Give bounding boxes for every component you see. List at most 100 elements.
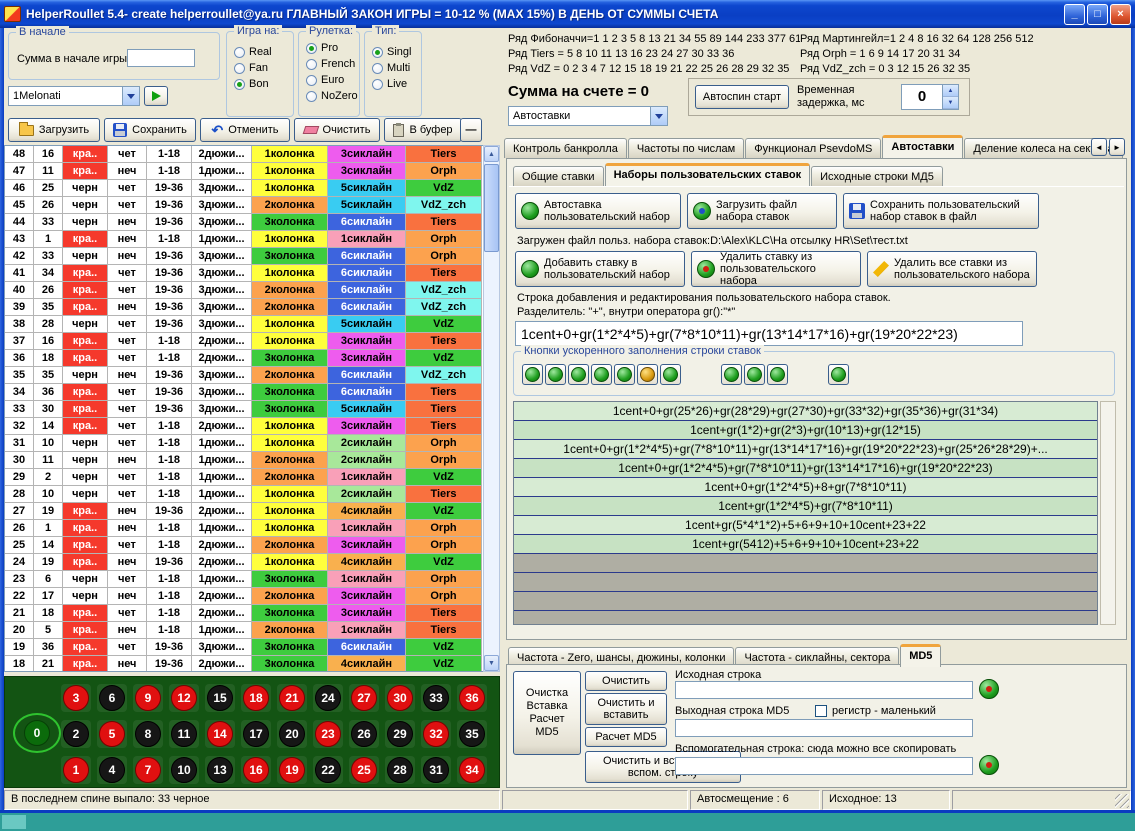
board-number-29[interactable]: 29 (385, 720, 415, 748)
board-number-7[interactable]: 7 (133, 756, 163, 784)
table-row[interactable]: 4711кра..неч1-181дюжи...1колонка3сиклайн… (5, 163, 483, 180)
board-number-31[interactable]: 31 (421, 756, 451, 784)
board-number-14[interactable]: 14 (205, 720, 235, 748)
desktop-button[interactable] (2, 815, 26, 829)
board-number-27[interactable]: 27 (349, 684, 379, 712)
table-row[interactable]: 3935кра..неч19-363дюжи...2колонка6сиклай… (5, 299, 483, 316)
radio-singl[interactable]: Singl (372, 44, 421, 60)
board-number-6[interactable]: 6 (97, 684, 127, 712)
table-row[interactable]: 2217черннеч1-182дюжи...2колонка3сиклайнO… (5, 588, 483, 605)
preset-combobox[interactable]: 1Melonati (8, 86, 140, 106)
board-number-17[interactable]: 17 (241, 720, 271, 748)
table-row[interactable]: 431кра..неч1-181дюжи...1колонка1сиклайнO… (5, 231, 483, 248)
table-row[interactable]: 4233черннеч19-363дюжи...3колонка6сиклайн… (5, 248, 483, 265)
md5-aux-chip-button[interactable] (979, 755, 999, 775)
collapse-button[interactable]: — (460, 118, 482, 142)
board-number-9[interactable]: 9 (133, 684, 163, 712)
table-row[interactable]: 3110чернчет1-181дюжи...1колонка2сиклайнO… (5, 435, 483, 452)
board-number-16[interactable]: 16 (241, 756, 271, 784)
добавить-ставку-в-пользовательский-набор-button[interactable]: Добавить ставку в пользовательский набор (515, 251, 685, 287)
table-row[interactable]: 236чернчет1-181дюжи...3колонка1сиклайнOr… (5, 571, 483, 588)
table-row[interactable]: 4134кра..чет19-363дюжи...1колонка6сиклай… (5, 265, 483, 282)
table-row[interactable]: 3716кра..чет1-182дюжи...1колонка3сиклайн… (5, 333, 483, 350)
maximize-button[interactable]: □ (1087, 4, 1108, 25)
md5-clear-button[interactable]: Очистить (585, 671, 667, 691)
md5-output-input[interactable] (675, 719, 973, 737)
table-row[interactable]: 3214кра..чет1-182дюжи...1колонка3сиклайн… (5, 418, 483, 435)
autospin-start-button[interactable]: Автоспин старт (695, 85, 789, 109)
table-row[interactable]: 3618кра..чет1-182дюжи...3колонка3сиклайн… (5, 350, 483, 367)
quick-bet-button[interactable] (721, 364, 742, 385)
md5-source-input[interactable] (675, 681, 973, 699)
radio-real[interactable]: Real (234, 44, 293, 60)
удалить-все-ставки-из-пользовательского-набора-button[interactable]: Удалить все ставки из пользовательского … (867, 251, 1037, 287)
tab-md5[interactable]: MD5 (900, 644, 941, 667)
сохранить-пользовательский-набор-ставок-в-файл-button[interactable]: Сохранить пользовательский набор ставок … (843, 193, 1039, 229)
board-number-32[interactable]: 32 (421, 720, 451, 748)
table-row[interactable]: 4625чернчет19-363дюжи...1колонка5сиклайн… (5, 180, 483, 197)
quick-bet-button[interactable] (568, 364, 589, 385)
board-number-10[interactable]: 10 (169, 756, 199, 784)
board-number-28[interactable]: 28 (385, 756, 415, 784)
subtab-общие-ставки[interactable]: Общие ставки (513, 166, 604, 186)
board-number-20[interactable]: 20 (277, 720, 307, 748)
tab-scroll-left-button[interactable]: ◄ (1091, 138, 1107, 156)
tab-контроль-банкролла[interactable]: Контроль банкролла (504, 138, 627, 158)
scroll-up-icon[interactable]: ▲ (484, 146, 499, 162)
table-row[interactable]: 2719кра..неч19-362дюжи...1колонка4сиклай… (5, 503, 483, 520)
загрузить-файл-набора-ставок-button[interactable]: Загрузить файл набора ставок (687, 193, 837, 229)
bet-list-item[interactable]: 1cent+0+gr(1*2*4*5)+gr(7*8*10*11)+gr(13*… (514, 440, 1097, 459)
board-number-33[interactable]: 33 (421, 684, 451, 712)
start-sum-input[interactable] (127, 49, 195, 67)
save-button[interactable]: Сохранить (104, 118, 196, 142)
table-row[interactable]: 3535черннеч19-363дюжи...2колонка6сиклайн… (5, 367, 483, 384)
board-number-25[interactable]: 25 (349, 756, 379, 784)
quick-bet-button[interactable] (522, 364, 543, 385)
radio-euro[interactable]: Euro (306, 72, 359, 88)
chevron-down-icon[interactable] (650, 107, 667, 125)
start-preset-button[interactable] (144, 86, 168, 106)
spin-down-icon[interactable]: ▼ (943, 97, 958, 109)
quick-bet-button[interactable] (744, 364, 765, 385)
bet-list-item[interactable]: 1cent+gr(1*2)+gr(2*3)+gr(10*13)+gr(12*15… (514, 421, 1097, 440)
scroll-down-icon[interactable]: ▼ (484, 655, 499, 671)
register-checkbox[interactable] (815, 705, 827, 717)
board-number-0[interactable]: 0 (24, 720, 50, 746)
board-number-2[interactable]: 2 (61, 720, 91, 748)
quick-bet-button[interactable] (828, 364, 849, 385)
bet-list-item[interactable]: 1cent+gr(5*4*1*2)+5+6+9+10+10cent+23+22 (514, 516, 1097, 535)
radio-live[interactable]: Live (372, 76, 421, 92)
table-row[interactable]: 3828чернчет19-363дюжи...1колонка5сиклайн… (5, 316, 483, 333)
bet-list-item[interactable]: 1cent+0+gr(1*2*4*5)+8+gr(7*8*10*11) (514, 478, 1097, 497)
autobets-combobox[interactable]: Автоставки (508, 106, 668, 126)
tab-scroll-right-button[interactable]: ► (1109, 138, 1125, 156)
удалить-ставку-из-пользовательского-набора-button[interactable]: Удалить ставку из пользовательского набо… (691, 251, 861, 287)
subtab-наборы-пользовательских-ставок[interactable]: Наборы пользовательских ставок (605, 163, 811, 186)
table-row[interactable]: 261кра..неч1-181дюжи...1колонка1сиклайнO… (5, 520, 483, 537)
table-row[interactable]: 4026кра..чет19-363дюжи...2колонка6сиклай… (5, 282, 483, 299)
board-number-19[interactable]: 19 (277, 756, 307, 784)
radio-bon[interactable]: Bon (234, 76, 293, 92)
bet-list-scrollbar[interactable] (1100, 401, 1116, 625)
quick-bet-button[interactable] (545, 364, 566, 385)
board-number-34[interactable]: 34 (457, 756, 487, 784)
md5-clear-paste-button[interactable]: Очистить и вставить (585, 693, 667, 725)
table-row[interactable]: 2419кра..неч19-362дюжи...1колонка4сиклай… (5, 554, 483, 571)
tab-частоты-по-числам[interactable]: Частоты по числам (628, 138, 744, 158)
table-row[interactable]: 1936кра..чет19-363дюжи...3колонка6сиклай… (5, 639, 483, 656)
board-number-23[interactable]: 23 (313, 720, 343, 748)
board-number-30[interactable]: 30 (385, 684, 415, 712)
board-number-21[interactable]: 21 (277, 684, 307, 712)
board-number-36[interactable]: 36 (457, 684, 487, 712)
table-row[interactable]: 3436кра..чет19-363дюжи...3колонка6сиклай… (5, 384, 483, 401)
quick-bet-button[interactable] (591, 364, 612, 385)
md5-calc-button[interactable]: Расчет MD5 (585, 727, 667, 747)
clear-paste-calc-md5-button[interactable]: Очистка Вставка Расчет MD5 (513, 671, 581, 755)
bet-list-item[interactable]: 1cent+gr(1*2*4*5)+gr(7*8*10*11) (514, 497, 1097, 516)
subtab-исходные-строки-мд5[interactable]: Исходные строки МД5 (811, 166, 943, 186)
tab-автоставки[interactable]: Автоставки (882, 135, 963, 158)
board-number-22[interactable]: 22 (313, 756, 343, 784)
md5-aux-input[interactable] (675, 757, 973, 775)
автоставка-пользовательский-набор-button[interactable]: Автоставка пользовательский набор (515, 193, 681, 229)
board-number-3[interactable]: 3 (61, 684, 91, 712)
